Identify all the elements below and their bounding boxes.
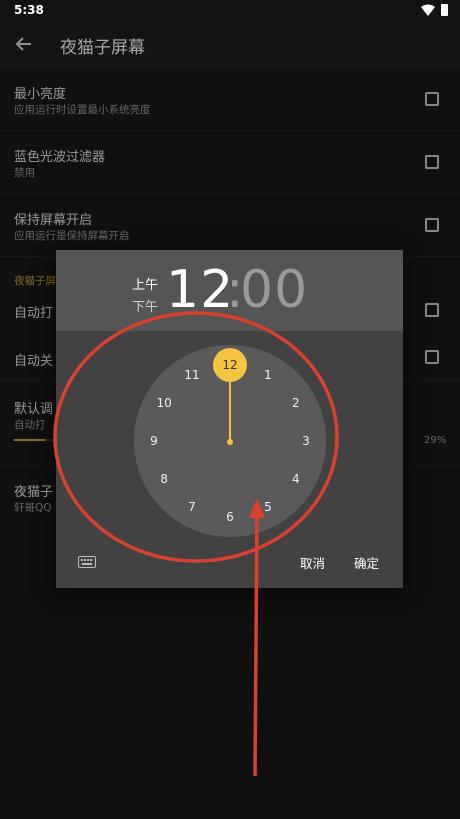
am-toggle[interactable]: 上午 — [132, 274, 158, 293]
status-icons — [421, 4, 448, 16]
clock-center — [227, 439, 233, 445]
clock-number-7[interactable]: 7 — [180, 495, 204, 519]
clock-number-10[interactable]: 10 — [152, 391, 176, 415]
clock-number-5[interactable]: 5 — [256, 495, 280, 519]
status-time: 5:38 — [14, 3, 44, 17]
clock-number-1[interactable]: 1 — [256, 363, 280, 387]
battery-icon — [441, 4, 448, 16]
pm-toggle[interactable]: 下午 — [132, 296, 158, 315]
clock-number-6[interactable]: 6 — [218, 505, 242, 529]
clock-number-9[interactable]: 9 — [142, 429, 166, 453]
clock-number-2[interactable]: 2 — [284, 391, 308, 415]
clock-dial[interactable]: 12 1 2 3 4 5 6 7 8 9 10 11 — [134, 345, 326, 537]
hour-display[interactable]: 12 — [166, 260, 234, 320]
time-picker-dialog: 上午 下午 12 : 00 12 1 2 3 4 5 6 7 8 9 10 11 取消 确定 — [56, 250, 403, 588]
keyboard-icon[interactable] — [78, 556, 96, 568]
clock-number-8[interactable]: 8 — [152, 467, 176, 491]
clock-number-12[interactable]: 12 — [213, 348, 247, 382]
cancel-button[interactable]: 取消 — [300, 553, 325, 572]
ok-button[interactable]: 确定 — [354, 553, 379, 572]
clock-number-4[interactable]: 4 — [284, 467, 308, 491]
status-bar: 5:38 — [0, 0, 460, 22]
wifi-icon — [421, 4, 435, 16]
clock-number-3[interactable]: 3 — [294, 429, 318, 453]
time-picker-header: 上午 下午 12 : 00 — [56, 250, 403, 331]
minute-display[interactable]: 00 — [240, 260, 308, 320]
clock-number-11[interactable]: 11 — [180, 363, 204, 387]
